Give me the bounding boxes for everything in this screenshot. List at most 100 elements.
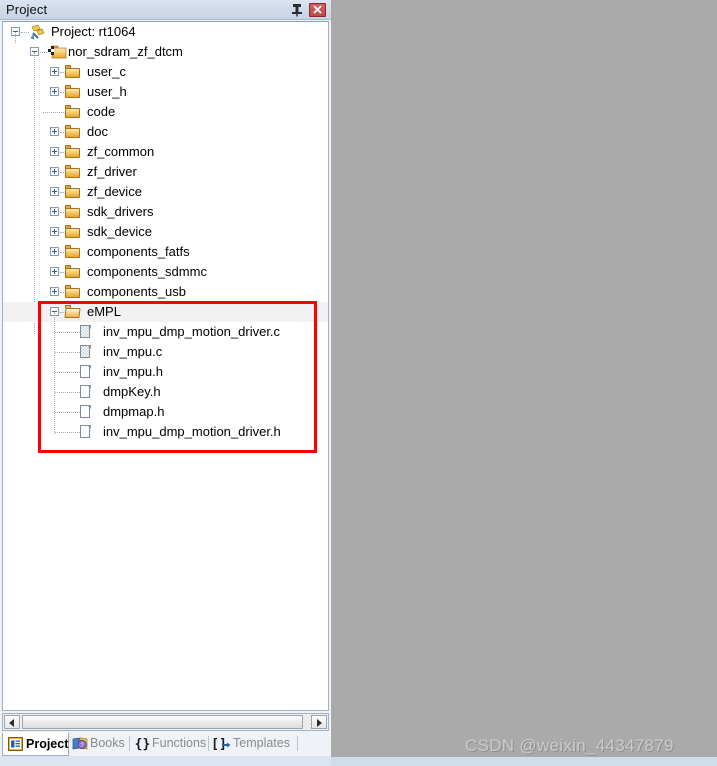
expand-toggle-group[interactable] (50, 147, 59, 156)
tree-label-group: code (87, 104, 116, 119)
tree-label-target: nor_sdram_zf_dtcm (68, 44, 183, 59)
tab-project[interactable]: Project (2, 732, 69, 756)
folder-icon (65, 265, 81, 279)
project-panel: Project Project: rt1064 nor_sdram_zf_dtc… (0, 0, 331, 766)
tree-row-group[interactable]: components_usb (3, 282, 328, 302)
tree-connector (55, 372, 80, 374)
tree-row-file[interactable]: dmpmap.h (3, 402, 328, 422)
folder-icon (65, 245, 81, 259)
tree-row-group[interactable]: user_c (3, 62, 328, 82)
tree-row-group[interactable]: doc (3, 122, 328, 142)
tree-row-file[interactable]: inv_mpu_dmp_motion_driver.h (3, 422, 328, 442)
tree-label-group: sdk_device (87, 224, 153, 239)
tab-label-project: Project (26, 737, 69, 751)
tree-row-group-empl[interactable]: eMPL (3, 302, 328, 322)
scrollbar-thumb[interactable] (22, 715, 303, 729)
tree-label-group: user_h (87, 84, 127, 99)
tab-label-functions: Functions (152, 736, 207, 750)
close-icon[interactable] (309, 3, 326, 17)
tree-label-file: inv_mpu.c (103, 344, 163, 359)
folder-icon (65, 185, 81, 199)
expand-toggle-group[interactable] (50, 167, 59, 176)
tree-label-file: inv_mpu.h (103, 364, 163, 379)
tree-row-group[interactable]: sdk_device (3, 222, 328, 242)
books-icon: ? (72, 736, 88, 752)
project-tab-icon (8, 737, 24, 753)
tree-connector (55, 352, 80, 354)
tree-connector (55, 412, 80, 414)
header-file-icon (79, 365, 92, 380)
tab-separator (297, 736, 298, 751)
watermark-text: CSDN @weixin_44347879 (465, 736, 674, 755)
horizontal-scrollbar[interactable] (2, 713, 329, 731)
tree-label-group: components_fatfs (87, 244, 190, 259)
panel-title: Project (6, 2, 48, 17)
tree-row-group[interactable]: components_fatfs (3, 242, 328, 262)
folder-icon (65, 85, 81, 99)
folder-icon (65, 125, 81, 139)
svg-text:{}: {} (135, 737, 151, 751)
tree-label-group: sdk_drivers (87, 204, 154, 219)
tree-label-file: inv_mpu_dmp_motion_driver.c (103, 324, 281, 339)
tree-row-file[interactable]: inv_mpu_dmp_motion_driver.c (3, 322, 328, 342)
tree-label-file: inv_mpu_dmp_motion_driver.h (103, 424, 281, 439)
tab-books[interactable]: ? Books (70, 732, 127, 756)
tree-label-project-root: Project: rt1064 (51, 24, 136, 39)
panel-tabstrip: Project ? Books {} Functions Templates (0, 732, 331, 756)
templates-icon: [] (211, 736, 231, 752)
expand-toggle-group[interactable] (50, 67, 59, 76)
tree-row-target[interactable]: nor_sdram_zf_dtcm (3, 42, 328, 62)
tab-functions[interactable]: {} Functions (133, 732, 208, 756)
tree-row-file[interactable]: inv_mpu.h (3, 362, 328, 382)
expand-toggle-group[interactable] (50, 187, 59, 196)
folder-icon (65, 145, 81, 159)
tree-label-group: zf_driver (87, 164, 137, 179)
tree-row-file[interactable]: dmpKey.h (3, 382, 328, 402)
tree-row-group[interactable]: zf_common (3, 142, 328, 162)
tab-label-templates: Templates (233, 736, 290, 750)
expand-toggle-group[interactable] (50, 287, 59, 296)
folder-open-icon (64, 305, 81, 319)
tree-label-group-empl: eMPL (87, 304, 121, 319)
arrow-left-icon[interactable] (4, 715, 20, 729)
project-icon (29, 24, 47, 40)
tab-templates[interactable]: [] Templates (211, 732, 294, 756)
tree-connector (55, 332, 80, 334)
project-tree[interactable]: Project: rt1064 nor_sdram_zf_dtcm user_c… (2, 21, 329, 711)
expand-toggle-group[interactable] (50, 207, 59, 216)
pin-icon[interactable] (289, 2, 305, 18)
tree-row-group[interactable]: code (3, 102, 328, 122)
folder-icon (65, 105, 81, 119)
expand-toggle-group[interactable] (50, 127, 59, 136)
header-file-icon (79, 425, 92, 440)
tree-row-group[interactable]: components_sdmmc (3, 262, 328, 282)
source-file-icon (79, 325, 92, 340)
tree-row-group[interactable]: zf_device (3, 182, 328, 202)
tree-row-file[interactable]: inv_mpu.c (3, 342, 328, 362)
folder-icon (65, 65, 81, 79)
arrow-right-icon[interactable] (311, 715, 327, 729)
status-bar (331, 757, 717, 766)
tree-label-file: dmpKey.h (103, 384, 161, 399)
expand-toggle-group[interactable] (50, 247, 59, 256)
tab-separator (208, 736, 209, 751)
tree-row-group[interactable]: user_h (3, 82, 328, 102)
tree-connector (55, 432, 80, 434)
tree-row-project-root[interactable]: Project: rt1064 (3, 22, 328, 42)
tree-row-group[interactable]: zf_driver (3, 162, 328, 182)
expand-toggle-group[interactable] (50, 87, 59, 96)
tree-connector (43, 112, 66, 114)
tab-label-books: Books (90, 736, 125, 750)
expand-toggle-group[interactable] (50, 267, 59, 276)
braces-icon: {} (134, 736, 151, 752)
expand-toggle-group[interactable] (50, 227, 59, 236)
project-tree-content: Project: rt1064 nor_sdram_zf_dtcm user_c… (3, 22, 328, 710)
tree-label-group: user_c (87, 64, 127, 79)
tree-label-group: zf_common (87, 144, 155, 159)
tree-row-group[interactable]: sdk_drivers (3, 202, 328, 222)
tree-label-group: zf_device (87, 184, 142, 199)
tree-label-group: components_sdmmc (87, 264, 207, 279)
folder-icon (65, 205, 81, 219)
tree-label-file: dmpmap.h (103, 404, 165, 419)
tree-connector (21, 32, 29, 34)
